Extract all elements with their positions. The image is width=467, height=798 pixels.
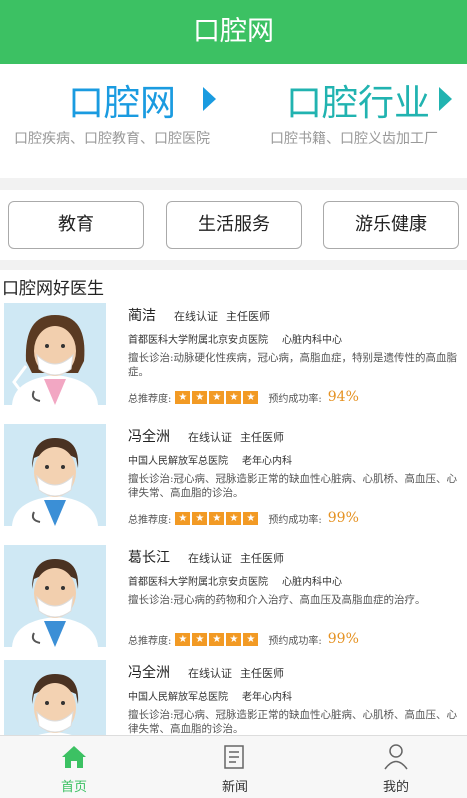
user-icon (384, 744, 408, 770)
banner-left-title[interactable]: 口腔网 (68, 74, 176, 126)
doctor-list-item[interactable]: 蔺洁 在线认证 主任医师首都医科大学附属北京安贞医院 心脏内科中心擅长诊治:动脉硬化性… (0, 303, 467, 421)
doctor-avatar (4, 424, 106, 526)
doctor-title: 主任医师 (240, 667, 284, 680)
rating-row: 总推荐度:★★★★★预约成功率:99% (128, 510, 359, 526)
star-icon: ★ (209, 632, 225, 646)
bottom-nav: 首页 新闻 我的 (0, 735, 467, 798)
certification-badge: 在线认证 (174, 310, 218, 323)
certification-badge: 在线认证 (188, 667, 232, 680)
star-icon: ★ (209, 511, 225, 525)
doctor-hospital: 首都医科大学附属北京安贞医院 心脏内科中心 (128, 331, 342, 346)
nav-news[interactable]: 新闻 (185, 736, 285, 798)
doctor-name: 蔺洁 在线认证 主任医师 (128, 305, 270, 325)
doctor-title: 主任医师 (226, 310, 270, 323)
hospital-name: 中国人民解放军总医院 (128, 456, 228, 467)
home-icon (62, 746, 86, 768)
doctor-name-text: 蔺洁 (128, 308, 156, 324)
success-label: 预约成功率: (268, 635, 322, 647)
doctor-specialty: 擅长诊治:冠心病、冠脉造影正常的缺血性心脏病、心肌桥、高血压、心律失常、高血脂的… (128, 473, 458, 499)
star-icon: ★ (243, 632, 259, 646)
rating-row: 总推荐度:★★★★★预约成功率:99% (128, 631, 359, 647)
doctor-title: 主任医师 (240, 552, 284, 565)
doctor-avatar (4, 545, 106, 647)
doctor-name-text: 冯全洲 (128, 429, 170, 445)
star-icon: ★ (243, 511, 259, 525)
hospital-name: 首都医科大学附属北京安贞医院 (128, 577, 268, 588)
category-tabs: 教育 生活服务 游乐健康 (0, 190, 467, 260)
hospital-name: 首都医科大学附属北京安贞医院 (128, 335, 268, 346)
banner[interactable]: 口腔网 口腔疾病、口腔教育、口腔医院 口腔行业 口腔书籍、口腔义齿加工厂 (0, 64, 467, 178)
doctor-specialty: 擅长诊治:冠心病、冠脉造影正常的缺血性心脏病、心肌桥、高血压、心律失常、高血脂的… (128, 709, 458, 735)
rating-stars: ★★★★★ (175, 390, 259, 404)
nav-home-label: 首页 (60, 780, 87, 795)
chevron-right-icon[interactable] (436, 84, 456, 114)
star-icon: ★ (192, 632, 208, 646)
star-icon: ★ (209, 390, 225, 404)
department: 心脏内科中心 (282, 335, 342, 346)
star-icon: ★ (175, 511, 191, 525)
doctor-hospital: 首都医科大学附属北京安贞医院 心脏内科中心 (128, 573, 342, 588)
doctor-name: 冯全洲 在线认证 主任医师 (128, 426, 284, 446)
success-label: 预约成功率: (268, 514, 322, 526)
star-icon: ★ (192, 511, 208, 525)
carousel-prev-icon[interactable] (10, 362, 30, 402)
tab-education[interactable]: 教育 (8, 201, 144, 249)
section-title: 口腔网好医生 (2, 279, 104, 299)
star-icon: ★ (243, 390, 259, 404)
app-title: 口腔网 (193, 16, 274, 47)
recommend-label: 总推荐度: (128, 635, 172, 647)
hospital-name: 中国人民解放军总医院 (128, 692, 228, 703)
doctor-list-item[interactable]: 冯全洲 在线认证 主任医师中国人民解放军总医院 老年心内科擅长诊治:冠心病、冠脉造影正… (0, 424, 467, 542)
certification-badge: 在线认证 (188, 552, 232, 565)
doctor-name-text: 冯全洲 (128, 665, 170, 681)
nav-mine[interactable]: 我的 (346, 736, 446, 798)
recommend-label: 总推荐度: (128, 393, 172, 405)
tab-recreation-health[interactable]: 游乐健康 (323, 201, 459, 249)
banner-right-title[interactable]: 口腔行业 (286, 74, 430, 126)
star-icon: ★ (175, 632, 191, 646)
star-icon: ★ (226, 632, 242, 646)
doctor-name-text: 葛长江 (128, 550, 170, 566)
chevron-right-icon[interactable] (200, 84, 220, 114)
department: 老年心内科 (242, 692, 292, 703)
carousel-next-icon[interactable] (437, 362, 457, 402)
doctor-name: 葛长江 在线认证 主任医师 (128, 547, 284, 567)
rating-row: 总推荐度: ★ ★ ★ ★ ★ 预约成功率: 94% (128, 389, 359, 405)
doctor-title: 主任医师 (240, 431, 284, 444)
tab-life-service[interactable]: 生活服务 (166, 201, 302, 249)
star-icon: ★ (192, 390, 208, 404)
doctor-hospital: 中国人民解放军总医院 老年心内科 (128, 688, 292, 703)
recommend-label: 总推荐度: (128, 514, 172, 526)
star-icon: ★ (175, 390, 191, 404)
rating-stars: ★★★★★ (175, 632, 259, 646)
doctor-hospital: 中国人民解放军总医院 老年心内科 (128, 452, 292, 467)
app-title-bar: 口腔网 (0, 0, 467, 64)
star-icon: ★ (226, 390, 242, 404)
banner-right-subtitle: 口腔书籍、口腔义齿加工厂 (270, 131, 438, 147)
success-rate: 99% (327, 510, 359, 526)
success-label: 预约成功率: (268, 393, 322, 405)
rating-stars: ★★★★★ (175, 511, 259, 525)
success-rate: 94% (327, 389, 359, 405)
divider (0, 178, 467, 190)
nav-mine-label: 我的 (382, 780, 409, 795)
department: 老年心内科 (242, 456, 292, 467)
doctor-specialty: 擅长诊治:动脉硬化性疾病，冠心病，高脂血症，特别是遗传性的高血脂症。 (128, 352, 458, 378)
doctor-list-item[interactable]: 葛长江 在线认证 主任医师首都医科大学附属北京安贞医院 心脏内科中心擅长诊治:冠心病的… (0, 545, 467, 663)
news-icon (224, 745, 244, 769)
nav-home[interactable]: 首页 (24, 736, 124, 798)
divider (0, 260, 467, 270)
department: 心脏内科中心 (282, 577, 342, 588)
nav-news-label: 新闻 (221, 780, 248, 795)
star-icon: ★ (226, 511, 242, 525)
doctor-specialty: 擅长诊治:冠心病的药物和介入治疗、高血压及高脂血症的治疗。 (128, 594, 426, 606)
doctor-name: 冯全洲 在线认证 主任医师 (128, 662, 284, 682)
success-rate: 99% (327, 631, 359, 647)
certification-badge: 在线认证 (188, 431, 232, 444)
banner-left-subtitle: 口腔疾病、口腔教育、口腔医院 (14, 131, 210, 147)
